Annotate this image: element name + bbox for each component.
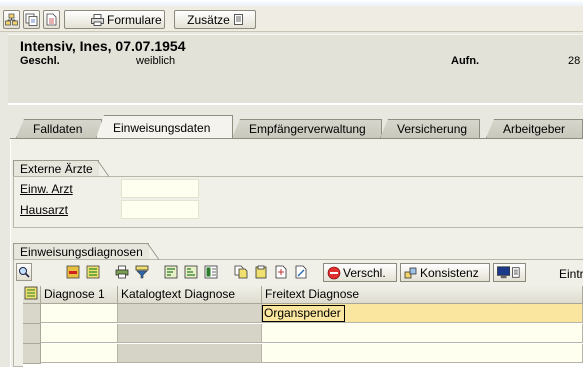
copy-button[interactable] [233,263,249,281]
patient-name: Intensiv, Ines, 07.07.1954 [20,38,186,54]
copy-document-button[interactable] [23,10,40,29]
magnifier-icon [19,267,30,278]
paste-icon [255,265,267,279]
encode-icon [327,266,341,279]
tab-einweisungsdaten[interactable]: Einweisungsdaten [96,115,233,138]
sort-desc-button[interactable] [183,263,199,281]
insert-row-button[interactable] [65,263,81,281]
view-menu-button[interactable] [493,263,526,282]
hierarchy-icon [5,13,18,26]
printer-icon [91,13,104,26]
header-divider [8,103,583,105]
tab-label: Falldaten [33,122,83,136]
dropdown-menu-icon [512,267,520,278]
tab-label: Arbeitgeber [503,122,566,136]
table-cell-freitext[interactable] [262,344,583,363]
sort-asc-button[interactable] [163,263,179,281]
tab-empfaengerverwaltung[interactable]: Empfängerverwaltung [232,119,382,138]
document-icon [46,13,57,26]
column-config-icon [24,286,38,300]
tab-arbeitgeber[interactable]: Arbeitgeber [486,119,583,138]
diagnosen-table: Diagnose 1 Katalogtext Diagnose Freitext… [23,286,583,367]
sort-ascending-icon [164,265,178,279]
row-selector[interactable] [23,304,41,324]
new-document-icon [275,265,287,279]
hausarzt-field[interactable] [121,200,199,219]
eintr-label: Eintr [559,267,583,281]
layout-button[interactable] [203,263,219,281]
table-cell-katalogtext [118,304,262,323]
tab-label: Einweisungsdaten [113,121,211,135]
zusaetze-label: Zusätze [187,12,230,27]
table-cell-diagnose[interactable] [41,304,118,323]
append-row-button[interactable] [85,263,101,281]
copy-document-icon [25,13,38,26]
aufn-value: 28 [568,55,581,67]
geschl-label: Geschl. [20,55,60,67]
select-all-header[interactable] [23,286,41,304]
printer-icon [115,265,129,279]
tab-strip: Falldaten Einweisungsdaten Empfängerverw… [16,115,583,138]
aufn-label: Aufn. [451,55,480,67]
table-cell-katalogtext [118,344,262,363]
dropdown-menu-icon [233,14,243,25]
verschl-button[interactable]: Verschl. [323,263,397,282]
consistency-check-icon [404,267,417,278]
copy-icon [234,265,248,279]
table-cell-katalogtext [118,324,262,343]
konsistenz-button[interactable]: Konsistenz [400,263,490,282]
zusaetze-button[interactable]: Zusätze [174,10,256,29]
einw-arzt-field[interactable] [121,179,199,198]
print-button[interactable] [114,263,130,281]
tab-label: Empfängerverwaltung [249,122,366,136]
konsistenz-label: Konsistenz [420,265,479,280]
hausarzt-label[interactable]: Hausarzt [20,203,68,217]
externe-aerzte-group [13,176,583,228]
einweisungsdiagnosen-title: Einweisungsdiagnosen [13,243,159,260]
table-cell-diagnose[interactable] [41,344,118,363]
tab-falldaten[interactable]: Falldaten [16,119,102,138]
edit-document-icon [295,265,307,279]
column-header-katalogtext[interactable]: Katalogtext Diagnose [118,286,262,304]
geschl-value: weiblich [136,55,176,67]
formulare-button[interactable]: Formulare [64,10,165,29]
cell-focus-frame [262,305,345,322]
table-toolbar: Verschl. Konsistenz Eintr [13,262,583,284]
row-selector[interactable] [23,344,41,364]
patient-header: Intensiv, Ines, 07.07.1954 Geschl. weibl… [8,34,583,103]
edit-document-button[interactable] [293,263,309,281]
document-button[interactable] [43,10,60,29]
append-row-icon [86,265,100,279]
tab-versicherung[interactable]: Versicherung [380,119,480,138]
table-cell-freitext[interactable] [262,324,583,343]
paste-button[interactable] [253,263,269,281]
monitor-icon [497,266,511,279]
column-header-freitext[interactable]: Freitext Diagnose [262,286,583,304]
sort-descending-icon [184,265,198,279]
einw-arzt-label[interactable]: Einw. Arzt [20,182,73,196]
verschl-label: Verschl. [343,265,386,280]
table-cell-diagnose[interactable] [41,324,118,343]
externe-aerzte-title: Externe Ärzte [13,160,109,177]
application-toolbar: Formulare Zusätze [0,6,583,32]
new-document-button[interactable] [273,263,289,281]
tab-label: Versicherung [397,122,468,136]
layout-icon [204,265,218,279]
patient-org-icon-button[interactable] [3,10,20,29]
column-header-diagnose-1[interactable]: Diagnose 1 [41,286,118,304]
filter-icon [135,265,149,279]
filter-button[interactable] [134,263,150,281]
insert-row-icon [66,265,80,279]
formulare-label: Formulare [107,12,162,27]
details-button[interactable] [16,263,32,281]
row-selector[interactable] [23,324,41,344]
